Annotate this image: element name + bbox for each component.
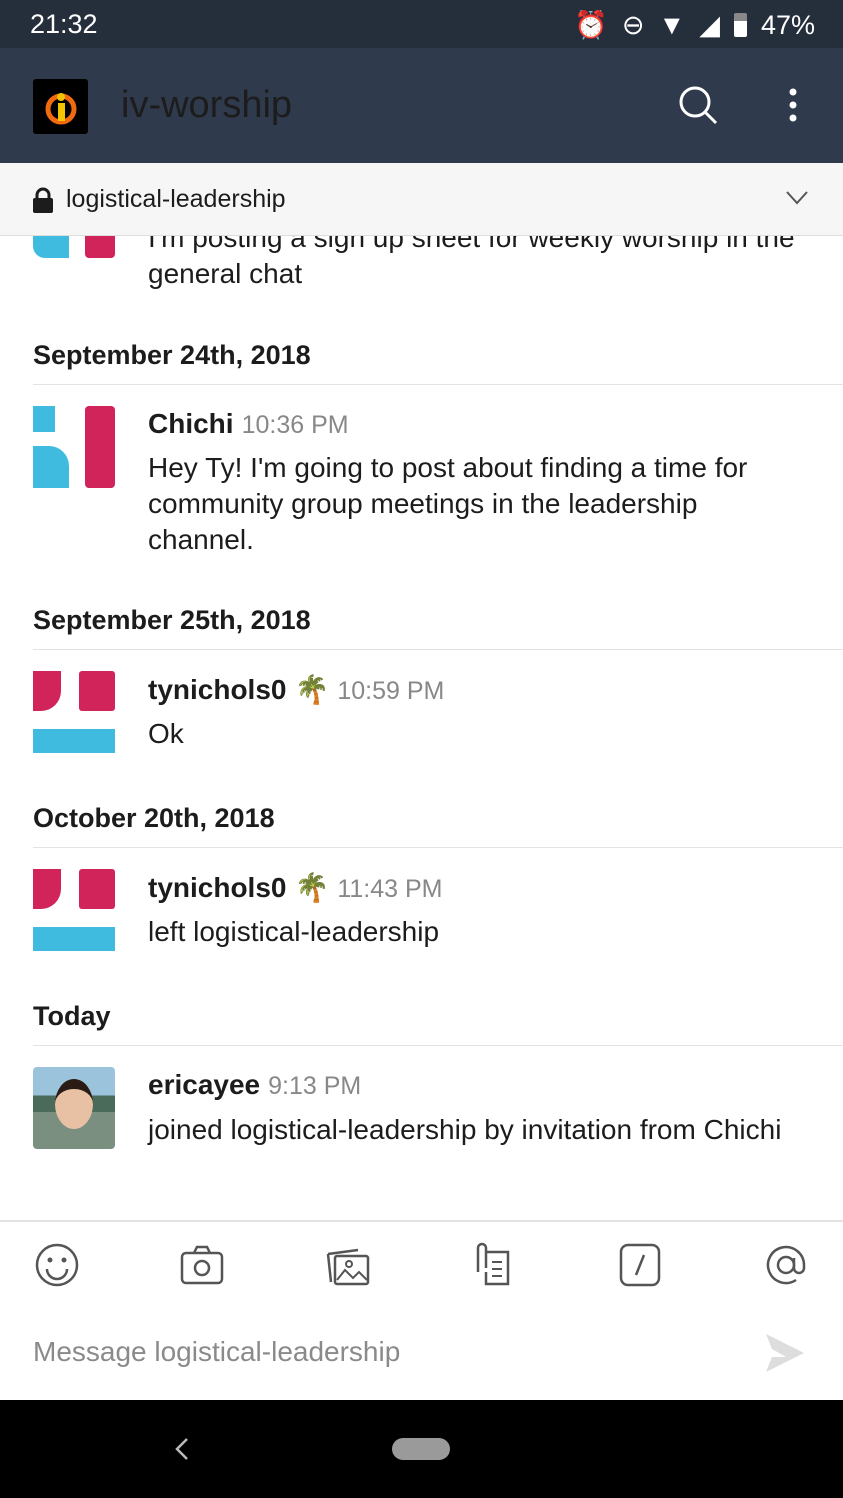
- divider: [33, 649, 843, 650]
- avatar: [33, 236, 115, 258]
- message-author[interactable]: tynichols0 🌴 11:43 PM: [148, 871, 443, 904]
- author-name[interactable]: tynichols0: [148, 674, 286, 706]
- message-author[interactable]: ericayee 9:13 PM: [148, 1069, 361, 1101]
- avatar-chichi[interactable]: [33, 406, 115, 488]
- avatar-tynichols0[interactable]: [33, 869, 115, 951]
- message-text: left logistical-leadership: [148, 916, 440, 947]
- avatar-ericayee[interactable]: [33, 1067, 115, 1149]
- file-attach-icon[interactable]: [470, 1242, 516, 1288]
- date-divider: September 25th, 2018: [33, 605, 311, 635]
- emoji-icon[interactable]: [34, 1242, 80, 1288]
- wifi-icon: ▼: [658, 9, 686, 40]
- slash-command-icon[interactable]: [617, 1242, 663, 1288]
- divider: [33, 847, 843, 848]
- date-divider: Today: [33, 1001, 111, 1031]
- message-text: Hey Ty! I'm going to post about finding …: [148, 452, 748, 555]
- message-author[interactable]: Chichi 10:36 PM: [148, 408, 349, 440]
- message-input[interactable]: Message logistical-leadership: [33, 1336, 400, 1368]
- mention-icon[interactable]: [763, 1242, 809, 1288]
- workspace-title[interactable]: iv-worship: [121, 84, 292, 127]
- status-bar: 21:32 ⏰ ⊖ ▼ ◢ 47%: [0, 0, 843, 48]
- chevron-down-icon[interactable]: [786, 191, 808, 205]
- timestamp: 10:59 PM: [337, 677, 445, 705]
- signal-icon: ◢: [699, 9, 720, 40]
- message-text: Ok: [148, 718, 184, 749]
- photo-library-icon[interactable]: [325, 1242, 371, 1288]
- message-text: I'm posting a sign up sheet for weekly w…: [148, 236, 795, 289]
- timestamp: 10:36 PM: [241, 411, 349, 439]
- timestamp: 11:43 PM: [337, 875, 443, 903]
- search-icon[interactable]: [677, 84, 719, 126]
- battery-icon: [733, 13, 747, 37]
- lock-icon: [33, 187, 53, 213]
- camera-icon[interactable]: [179, 1242, 225, 1288]
- message-text: joined logistical-leadership by invitati…: [148, 1114, 782, 1145]
- dnd-icon: ⊖: [621, 9, 645, 40]
- composer-toolbar: [0, 1220, 843, 1400]
- channel-header[interactable]: logistical-leadership: [0, 163, 843, 236]
- system-nav-bar: [0, 1400, 843, 1498]
- author-name[interactable]: Chichi: [148, 408, 234, 440]
- date-divider: October 20th, 2018: [33, 803, 275, 833]
- palm-tree-emoji: 🌴: [294, 872, 330, 903]
- author-name[interactable]: ericayee: [148, 1069, 260, 1101]
- send-icon[interactable]: [764, 1332, 806, 1374]
- author-name[interactable]: tynichols0: [148, 872, 286, 904]
- workspace-logo[interactable]: [33, 79, 88, 134]
- message-list[interactable]: I'm posting a sign up sheet for weekly w…: [0, 236, 843, 1220]
- more-options-icon[interactable]: [786, 88, 800, 122]
- divider: [33, 384, 843, 385]
- clock: 21:32: [30, 9, 98, 39]
- channel-name: logistical-leadership: [66, 185, 286, 213]
- home-button[interactable]: [392, 1438, 450, 1460]
- timestamp: 9:13 PM: [268, 1072, 362, 1100]
- divider: [33, 1045, 843, 1046]
- palm-tree-emoji: 🌴: [294, 674, 330, 705]
- avatar-tynichols0[interactable]: [33, 671, 115, 753]
- message-author[interactable]: tynichols0 🌴 10:59 PM: [148, 673, 444, 706]
- alarm-icon: ⏰: [574, 10, 608, 40]
- avatar-face: [55, 1079, 93, 1129]
- date-divider: September 24th, 2018: [33, 340, 311, 370]
- battery-level: 47%: [760, 9, 815, 40]
- back-icon[interactable]: [174, 1438, 190, 1460]
